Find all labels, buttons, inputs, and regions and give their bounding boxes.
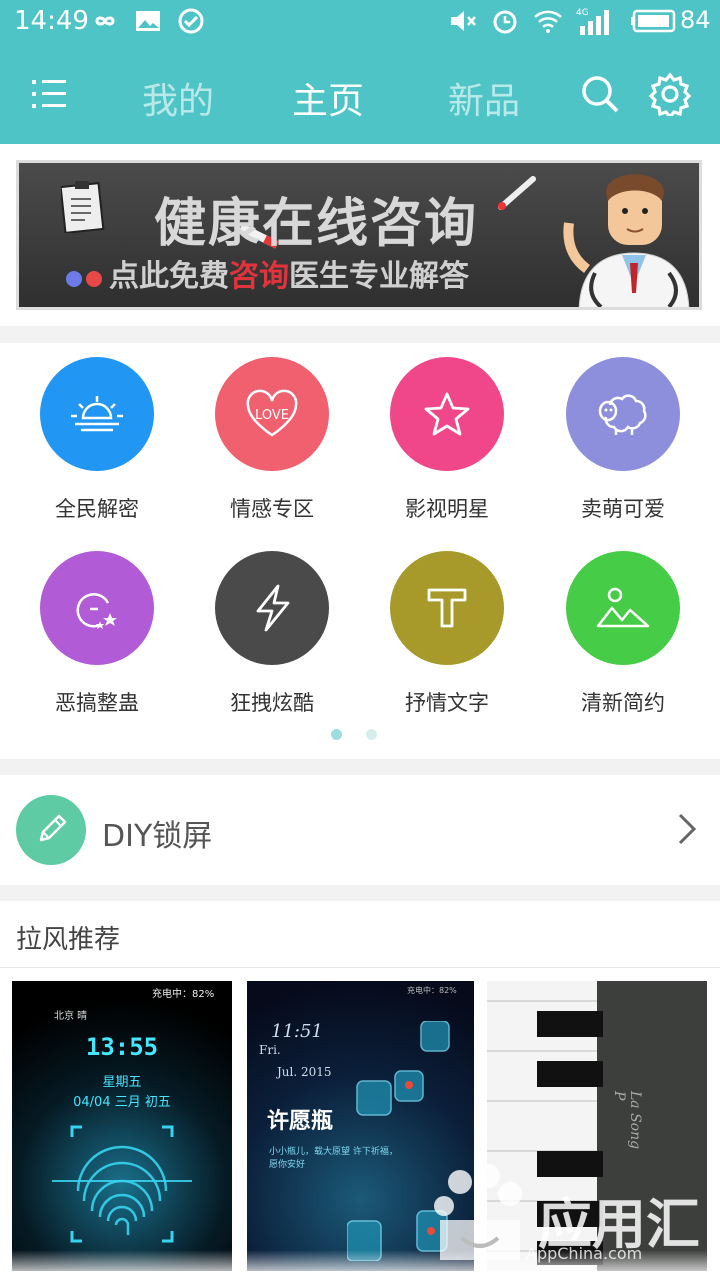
recommend-title: 拉风推荐 (16, 925, 121, 955)
gear-icon[interactable] (648, 72, 692, 120)
signal-4g-icon: 4G (576, 6, 616, 36)
lightning-icon (215, 551, 329, 665)
category-item[interactable]: 卖萌可爱 (535, 343, 711, 523)
category-item[interactable]: LOVE 情感专区 (184, 343, 360, 523)
tab-mine[interactable]: 我的 (142, 72, 214, 124)
alarm-icon (490, 6, 520, 36)
appchina-watermark: 应用汇 AppChina.com (430, 1160, 720, 1270)
fingerprint-icon (52, 1121, 192, 1255)
pill-icon (64, 267, 104, 295)
status-time: 14:49 (14, 6, 89, 36)
menu-icon[interactable] (30, 74, 70, 114)
thumb-status-text: 充电中：82% (407, 986, 457, 995)
lockscreen-thumb-fingerprint[interactable]: 充电中：82% 北京 晴 13:55 星期五 04/04 三月 初五 (12, 981, 232, 1271)
tab-new[interactable]: 新品 (448, 72, 520, 124)
watermark-sub: AppChina.com (526, 1244, 643, 1263)
thumb-date: Jul. 2015 (277, 1065, 332, 1079)
thumb-weather-text: 北京 晴 (54, 1011, 88, 1022)
category-label: 狂拽炫酷 (230, 691, 314, 715)
thumb-clock: 13:55 (85, 1033, 159, 1061)
infinity-icon (88, 6, 122, 36)
pencil-icon (16, 795, 86, 865)
chevron-right-icon (672, 809, 700, 849)
top-nav: 我的 主页 新品 (0, 44, 720, 144)
mountain-icon (566, 551, 680, 665)
doctor-illustration (559, 163, 699, 307)
page-dot-active[interactable] (331, 729, 342, 740)
category-item[interactable]: 抒情文字 (359, 537, 535, 717)
category-label: 抒情文字 (405, 691, 489, 715)
thumb-weekday: 星期五 (102, 1075, 142, 1090)
category-grid: 全民解密 LOVE 情感专区 影视明星 卖萌可爱 恶搞整蛊 狂拽炫酷 抒情文字 … (0, 343, 720, 759)
thumb-status-text: 充电中：82% (152, 989, 215, 1000)
mute-icon (448, 6, 478, 36)
category-label: 恶搞整蛊 (55, 691, 139, 715)
category-label: 情感专区 (230, 497, 314, 521)
banner-title: 健康在线咨询 (154, 194, 479, 254)
banner-subtitle-end: 医生专业解答 (289, 259, 469, 294)
category-label: 卖萌可爱 (581, 497, 665, 521)
svg-text:LOVE: LOVE (255, 408, 289, 423)
thumb-title: 许愿瓶 (267, 1109, 334, 1134)
status-bar: 14:49 4G 84 (0, 0, 720, 44)
page-dot[interactable] (366, 729, 377, 740)
svg-text:4G: 4G (576, 8, 589, 18)
category-item[interactable]: 清新简约 (535, 537, 711, 717)
wifi-icon (532, 6, 564, 36)
app-screen: 14:49 4G 84 我的 主页 新品 健康在线咨询 点此免费咨询医生专业解答… (0, 0, 720, 1280)
sunrise-icon (40, 357, 154, 471)
love-heart-icon: LOVE (215, 357, 329, 471)
category-label: 影视明星 (405, 497, 489, 521)
banner-subtitle-start: 点此免费 (109, 259, 229, 294)
banner-subtitle-highlight: 咨询 (229, 259, 289, 294)
battery-icon (630, 6, 678, 36)
category-item[interactable]: 全民解密 (9, 343, 185, 523)
tab-home[interactable]: 主页 (292, 72, 364, 124)
diy-label: DIY锁屏 (102, 819, 213, 854)
page-indicator (0, 729, 720, 743)
text-t-icon (390, 551, 504, 665)
banner-subtitle: 点此免费咨询医生专业解答 (109, 251, 469, 295)
banner-section: 健康在线咨询 点此免费咨询医生专业解答 (0, 144, 720, 326)
prank-icon (40, 551, 154, 665)
star-icon (390, 357, 504, 471)
health-consult-banner[interactable]: 健康在线咨询 点此免费咨询医生专业解答 (16, 160, 702, 310)
thumb-date: 04/04 三月 初五 (73, 1095, 171, 1110)
category-item[interactable]: 狂拽炫酷 (184, 537, 360, 717)
check-circle-icon (176, 6, 206, 36)
piano-brand: La Song P (611, 1091, 643, 1150)
appchina-logo-icon (430, 1160, 530, 1270)
category-label: 全民解密 (55, 497, 139, 521)
sheep-icon (566, 357, 680, 471)
diy-lockscreen-row[interactable]: DIY锁屏 (0, 775, 720, 885)
clipboard-icon (59, 179, 105, 237)
thermometer-icon (495, 173, 539, 217)
image-icon (134, 6, 162, 36)
battery-level: 84 (680, 6, 711, 34)
category-label: 清新简约 (581, 691, 665, 715)
thumb-weekday: Fri. (259, 1043, 281, 1057)
category-item[interactable]: 恶搞整蛊 (9, 537, 185, 717)
search-icon[interactable] (580, 74, 620, 114)
thumb-clock: 11:51 (271, 1021, 323, 1042)
divider (0, 967, 720, 968)
category-item[interactable]: 影视明星 (359, 343, 535, 523)
